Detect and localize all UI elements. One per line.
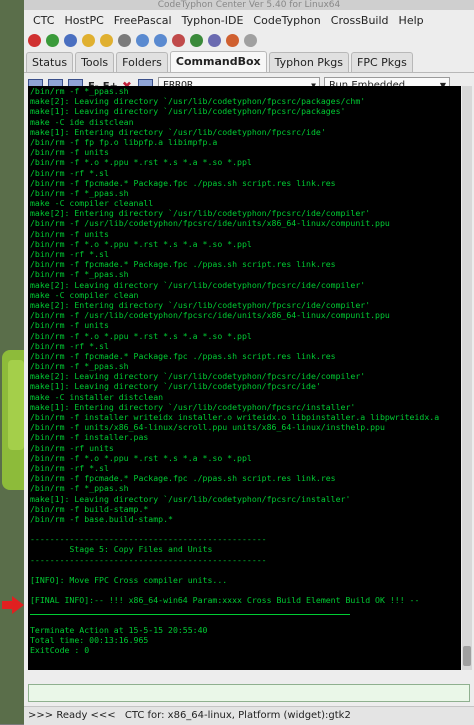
console-line: /bin/rm -f units xyxy=(30,147,109,158)
menu-crossbuild[interactable]: CrossBuild xyxy=(331,14,389,27)
console-line: /bin/rm -rf units xyxy=(30,442,114,453)
console-line: Stage 5: Copy Files and Units xyxy=(30,544,213,555)
console-line: make[1]: Entering directory `/usr/lib/co… xyxy=(30,401,356,412)
tool-icon[interactable] xyxy=(226,33,239,47)
lazarus-icon[interactable] xyxy=(190,33,203,47)
status-ready: >>> Ready <<< xyxy=(28,710,116,721)
app-window: CodeTyphon Center Ver 5.40 for Linux64 C… xyxy=(24,0,474,725)
menu-ctc[interactable]: CTC xyxy=(33,14,54,27)
console-line: /bin/rm -f installer.pas xyxy=(30,432,149,443)
console-line: /bin/rm -f *.o *.ppu *.rst *.s *.a *.so … xyxy=(30,238,252,249)
console-line: /bin/rm -f *_ppas.sh xyxy=(30,269,129,280)
console-line: /bin/rm -rf *.sl xyxy=(30,167,109,178)
console-line: /bin/rm -rf *.sl xyxy=(30,462,109,473)
help-icon[interactable] xyxy=(244,33,257,47)
console-footer-line: ExitCode : 0 xyxy=(30,644,90,655)
console-line: /bin/rm -f *.o *.ppu *.rst *.s *.a *.so … xyxy=(30,452,252,463)
console-line: make[2]: Leaving directory `/usr/lib/cod… xyxy=(30,279,366,290)
console-line: /bin/rm -f build-stamp.* xyxy=(30,503,149,514)
typhon-icon[interactable] xyxy=(172,33,185,47)
console-line: /bin/rm -f fpcmade.* Package.fpc ./ppas.… xyxy=(30,473,336,484)
console-line: [INFO]: Move FPC Cross compiler units... xyxy=(30,575,228,585)
console-footer-line: Terminate Action at 15-5-15 20:55:40 xyxy=(30,624,208,635)
console-line: make[2]: Leaving directory `/usr/lib/cod… xyxy=(30,96,366,107)
console-line: ----------------------------------------… xyxy=(30,554,267,565)
console-separator xyxy=(30,613,350,615)
globe-icon[interactable] xyxy=(154,33,167,47)
console-line: /bin/rm -f *.o *.ppu *.rst *.s *.a *.so … xyxy=(30,157,252,168)
console-line: make[1]: Leaving directory `/usr/lib/cod… xyxy=(30,381,321,392)
console-line: /bin/rm -f fp fp.o libpfp.a libimpfp.a xyxy=(30,136,218,147)
tab-typhon-pkgs[interactable]: Typhon Pkgs xyxy=(268,52,350,72)
console-line: make[2]: Leaving directory `/usr/lib/cod… xyxy=(30,371,366,382)
scrollbar-thumb[interactable] xyxy=(463,646,471,666)
stop-icon[interactable] xyxy=(28,33,41,47)
red-arrow-icon xyxy=(2,596,24,614)
console-footer-line: Total time: 00:13:16.965 xyxy=(30,634,149,645)
console-line: /bin/rm -f base.build-stamp.* xyxy=(30,513,173,524)
console-line: /bin/rm -f /usr/lib/codetyphon/fpcsrc/id… xyxy=(30,218,390,229)
menu-help[interactable]: Help xyxy=(399,14,424,27)
folder-open-icon[interactable] xyxy=(100,33,113,47)
console-line: make[2]: Entering directory `/usr/lib/co… xyxy=(30,299,371,310)
console-line: /bin/rm -rf *.sl xyxy=(30,340,109,351)
main-toolbar xyxy=(24,30,474,50)
menu-freepascal[interactable]: FreePascal xyxy=(114,14,172,27)
tab-bar: Status Tools Folders CommandBox Typhon P… xyxy=(24,50,474,73)
status-bar: >>> Ready <<< CTC for: x86_64-linux, Pla… xyxy=(24,706,474,725)
console-line: make[2]: Entering directory `/usr/lib/co… xyxy=(30,208,371,219)
console-line: /bin/rm -f *_ppas.sh xyxy=(30,187,129,198)
console-line: /bin/rm -f *_ppas.sh xyxy=(30,361,129,372)
window-title: CodeTyphon Center Ver 5.40 for Linux64 xyxy=(24,0,474,10)
status-platform: CTC for: x86_64-linux, Platform (widget)… xyxy=(124,710,351,721)
console-line: /bin/rm -f fpcmade.* Package.fpc ./ppas.… xyxy=(30,259,336,270)
folder-icon[interactable] xyxy=(82,33,95,47)
tab-status[interactable]: Status xyxy=(26,52,74,72)
settings-icon[interactable] xyxy=(118,33,131,47)
console-line: /bin/rm -f installer writeidx installer.… xyxy=(30,412,440,422)
console-line: make -C compiler clean xyxy=(30,289,139,300)
console-line: /bin/rm -f fpcmade.* Package.fpc ./ppas.… xyxy=(30,177,336,188)
menu-typhon-ide[interactable]: Typhon-IDE xyxy=(182,14,244,27)
console-output[interactable]: /bin/rm -f *_ppas.sh make[2]: Leaving dir… xyxy=(28,86,461,670)
tab-fpc-pkgs[interactable]: FPC Pkgs xyxy=(351,52,413,72)
console-line: make -C installer distclean xyxy=(30,391,164,402)
tab-folders[interactable]: Folders xyxy=(116,52,168,72)
info-icon[interactable] xyxy=(136,33,149,47)
console-line: /bin/rm -rf *.sl xyxy=(30,249,109,259)
console-line: ----------------------------------------… xyxy=(30,534,267,545)
console-line: [FINAL INFO]:-- !!! x86_64-win64 Param:x… xyxy=(30,595,420,606)
console-line: make -C ide distclean xyxy=(30,116,134,127)
console-line: /bin/rm -f *_ppas.sh xyxy=(30,483,129,494)
menu-hostpc[interactable]: HostPC xyxy=(64,14,103,27)
pkg-icon[interactable] xyxy=(208,33,221,47)
console-line: /bin/rm -f *_ppas.sh xyxy=(30,86,129,96)
console-line: make[1]: Leaving directory `/usr/lib/cod… xyxy=(30,106,346,117)
menu-bar: CTC HostPC FreePascal Typhon-IDE CodeTyp… xyxy=(24,10,474,30)
android-mascot-icon xyxy=(0,340,24,500)
console-line: /bin/rm -f fpcmade.* Package.fpc ./ppas.… xyxy=(30,350,336,361)
console-line: /bin/rm -f units xyxy=(30,320,109,331)
menu-codetyphon[interactable]: CodeTyphon xyxy=(253,14,320,27)
console-line: /bin/rm -f units/x86_64-linux/scroll.ppu… xyxy=(30,422,385,433)
command-input[interactable] xyxy=(28,684,470,702)
tab-commandbox[interactable]: CommandBox xyxy=(169,51,267,72)
console-line: make[1]: Leaving directory `/usr/lib/cod… xyxy=(30,493,351,504)
console-scrollbar[interactable] xyxy=(462,86,472,670)
console-line: make -C compiler cleanall xyxy=(30,198,154,209)
console-line: /bin/rm -f units xyxy=(30,228,109,239)
tab-tools[interactable]: Tools xyxy=(75,52,115,72)
console-line: make[1]: Entering directory `/usr/lib/co… xyxy=(30,126,326,137)
console-line: /bin/rm -f *.o *.ppu *.rst *.s *.a *.so … xyxy=(30,330,252,341)
console-line: /bin/rm -f /usr/lib/codetyphon/fpcsrc/id… xyxy=(30,310,390,321)
ok-icon[interactable] xyxy=(46,33,59,47)
home-icon[interactable] xyxy=(64,33,77,47)
